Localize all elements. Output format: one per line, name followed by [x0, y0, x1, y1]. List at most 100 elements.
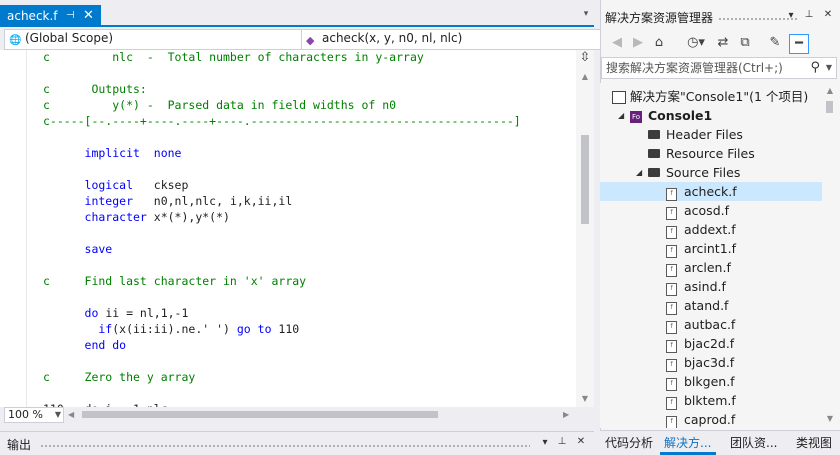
scope-dropdown[interactable]: 🌐 (Global Scope) ▼: [4, 29, 321, 50]
horizontal-scroll-thumb[interactable]: [82, 411, 438, 418]
tab-solution-explorer[interactable]: 解决方...: [664, 434, 711, 451]
vertical-scroll-thumb[interactable]: [826, 101, 833, 113]
scroll-down-icon[interactable]: ▼: [576, 392, 594, 406]
solution-bottom-tabs: 代码分析 解决方... 团队资... 类视图: [600, 430, 840, 455]
search-icon[interactable]: ⚲: [810, 58, 820, 78]
preview-selected-icon[interactable]: ━: [789, 34, 809, 54]
back-icon[interactable]: ◀: [608, 34, 626, 52]
vertical-scroll-thumb[interactable]: [581, 135, 589, 224]
scroll-up-icon[interactable]: ▲: [823, 86, 837, 95]
tree-item-file[interactable]: f caprod.f: [600, 410, 822, 428]
history-icon[interactable]: ◷▾: [682, 34, 710, 52]
solution-vertical-scrollbar[interactable]: [823, 83, 837, 428]
tree-item-file[interactable]: f atand.f: [600, 296, 822, 315]
code-token: do: [43, 306, 106, 320]
code-text[interactable]: c nlc - Total number of characters in y-…: [43, 50, 573, 407]
solution-tree[interactable]: 解决方案"Console1"(1 个项目) ◢ Fo Console1 Header F…: [600, 83, 822, 428]
forward-icon[interactable]: ▶: [629, 34, 647, 52]
panel-grip[interactable]: [40, 444, 530, 448]
tree-item-file[interactable]: f blktem.f: [600, 391, 822, 410]
properties-icon[interactable]: ✎: [766, 34, 784, 52]
fortran-file-icon: f: [666, 315, 677, 334]
tab-team-explorer[interactable]: 团队资...: [730, 434, 777, 451]
tree-item-folder[interactable]: Resource Files: [600, 144, 822, 163]
editor-vertical-scrollbar[interactable]: [576, 50, 594, 407]
fortran-file-icon: f: [666, 372, 677, 391]
tree-item-file[interactable]: f arclen.f: [600, 258, 822, 277]
tab-list-dropdown-icon[interactable]: ▾: [580, 8, 592, 20]
pin-icon[interactable]: ⊥: [802, 9, 816, 20]
panel-dropdown-icon[interactable]: ▾: [784, 10, 798, 21]
code-line: do ii = nl,1,-1: [43, 305, 573, 321]
tree-item-file[interactable]: f autbac.f: [600, 315, 822, 334]
code-token: go to: [236, 322, 279, 336]
code-token: c-----[--.----+----.----+----.----------…: [43, 114, 521, 128]
code-editor[interactable]: c nlc - Total number of characters in y-…: [0, 50, 594, 407]
code-line: save: [43, 241, 573, 257]
zoom-dropdown[interactable]: 100 % ▼: [4, 407, 64, 423]
code-token: 110: [278, 322, 300, 336]
tree-item-label: 解决方案"Console1"(1 个项目): [630, 89, 809, 104]
tree-item-folder[interactable]: Header Files: [600, 125, 822, 144]
close-icon[interactable]: ✕: [574, 436, 588, 447]
code-token: save: [43, 242, 113, 256]
code-line: c-----[--.----+----.----+----.----------…: [43, 113, 573, 129]
tab-title: acheck.f: [7, 9, 58, 23]
tree-item-file[interactable]: f arcint1.f: [600, 239, 822, 258]
expand-arrow-icon[interactable]: ◢: [618, 106, 624, 125]
tree-item-folder[interactable]: ◢ Source Files: [600, 163, 822, 182]
member-dropdown[interactable]: ◆ acheck(x, y, n0, nl, nlc) ▼: [301, 29, 615, 50]
tree-item-project[interactable]: ◢ Fo Console1: [600, 106, 822, 125]
scroll-up-icon[interactable]: ▲: [576, 70, 594, 84]
tree-item-solution[interactable]: 解决方案"Console1"(1 个项目): [600, 87, 822, 106]
tree-item-label: caprod.f: [684, 412, 736, 427]
code-line: integer n0,nl,nlc, i,k,ii,il: [43, 193, 573, 209]
tree-item-file[interactable]: f bjac2d.f: [600, 334, 822, 353]
tree-item-file[interactable]: f acheck.f: [600, 182, 822, 201]
home-icon[interactable]: ⌂: [650, 34, 668, 52]
expand-arrow-icon[interactable]: ◢: [636, 163, 642, 182]
chevron-down-icon[interactable]: ▼: [826, 58, 832, 78]
code-token: implicit none: [43, 146, 182, 160]
folder-icon: [648, 163, 660, 183]
fortran-file-icon: f: [666, 410, 677, 428]
tree-item-file[interactable]: f acosd.f: [600, 201, 822, 220]
split-window-icon[interactable]: ⇳: [576, 50, 594, 68]
tab-acheck-f[interactable]: acheck.f ⊣ ✕: [0, 5, 101, 27]
tab-code-analysis[interactable]: 代码分析: [605, 434, 653, 451]
close-icon[interactable]: ✕: [821, 9, 835, 20]
tree-item-file[interactable]: f bjac3d.f: [600, 353, 822, 372]
fortran-file-icon: f: [666, 220, 677, 239]
code-line: c Outputs:: [43, 81, 573, 97]
solution-explorer-header: 解决方案资源管理器 ▾ ⊥ ✕: [600, 6, 840, 28]
code-token: n0,nl,nlc, i,k,ii,il: [153, 194, 293, 208]
tree-item-file[interactable]: f asind.f: [600, 277, 822, 296]
code-token: if: [43, 322, 113, 336]
scroll-down-icon[interactable]: ▼: [823, 414, 837, 423]
panel-dropdown-icon[interactable]: ▾: [538, 437, 552, 448]
code-token: ii = nl,1,-1: [105, 306, 189, 320]
pin-icon[interactable]: ⊥: [555, 436, 569, 447]
scope-value: (Global Scope): [25, 31, 114, 45]
code-token: logical: [43, 178, 154, 192]
scroll-right-icon[interactable]: ▶: [563, 408, 573, 422]
tree-item-label: bjac3d.f: [684, 355, 735, 370]
fortran-file-icon: f: [666, 334, 677, 353]
sync-icon[interactable]: ⇄: [714, 34, 732, 52]
tree-item-file[interactable]: f addext.f: [600, 220, 822, 239]
pin-icon[interactable]: ⊣: [66, 5, 75, 27]
close-tab-icon[interactable]: ✕: [83, 5, 94, 27]
scroll-left-icon[interactable]: ◀: [68, 408, 78, 422]
collapse-all-icon[interactable]: ⧉: [736, 34, 754, 52]
member-value: acheck(x, y, n0, nl, nlc): [322, 31, 463, 45]
tab-class-view[interactable]: 类视图: [796, 434, 832, 451]
tree-item-label: arcint1.f: [684, 241, 737, 256]
solution-search-input[interactable]: 搜索解决方案资源管理器(Ctrl+;) ⚲ ▼: [601, 57, 837, 79]
tree-item-file[interactable]: f blkgen.f: [600, 372, 822, 391]
